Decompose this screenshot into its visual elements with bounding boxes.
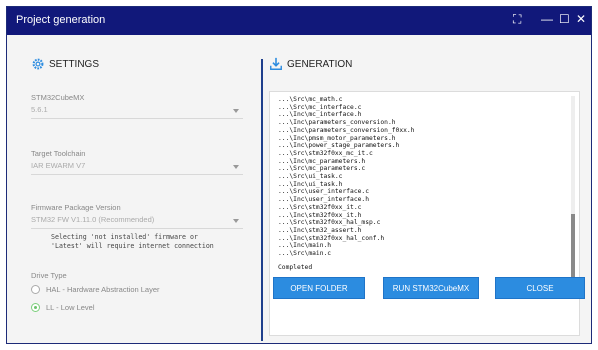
log-line: ...\Src\main.c [278,250,332,258]
settings-heading-label: SETTINGS [49,58,100,70]
settings-panel: SETTINGS STM32CubeMX 5.6.1 Target Toolch… [25,49,251,334]
open-folder-button[interactable]: OPEN FOLDER [273,277,365,299]
log-line: ...\Src\mc_interface.c [278,103,362,111]
panel-divider [261,59,263,341]
drive-option-ll[interactable]: LL - Low Level [31,303,95,312]
drive-type-label: Drive Type [31,271,67,280]
log-line: ...\Inc\mc_parameters.h [278,157,366,165]
settings-heading: SETTINGS [31,57,99,71]
log-line: ...\Inc\stm32f0xx_hal_conf.h [278,234,385,242]
log-line: ...\Src\user_interface.c [278,188,369,196]
log-line: ...\Src\stm32f0xx_mc_it.c [278,149,373,157]
generation-log[interactable]: ...\Src\mc_math.c ...\Src\mc_interface.c.… [269,91,580,336]
cubemx-label: STM32CubeMX [31,93,85,102]
fullscreen-icon[interactable]: ⛶ [513,12,521,27]
firmware-note-line: Selecting 'not installed' firmware or [51,233,198,241]
maximize-icon[interactable]: ☐ [559,12,570,26]
log-line: ...\Inc\parameters_conversion.h [278,119,396,127]
chevron-down-icon [233,109,239,113]
log-line: ...\Inc\user_interface.h [278,196,369,204]
minimize-icon[interactable]: — [541,12,553,26]
drive-option-label: LL - Low Level [46,303,95,312]
firmware-select[interactable]: STM32 FW V1.11.0 (Recommended) [31,215,243,229]
generation-heading-label: GENERATION [287,58,353,70]
toolchain-label: Target Toolchain [31,149,86,158]
project-generation-window: Project generation ⛶ — ☐ ✕ SETTINGS STM3… [6,6,592,344]
log-line: ...\Src\ui_task.c [278,173,343,181]
log-line: ...\Src\mc_math.c [278,96,343,103]
cubemx-select[interactable]: 5.6.1 [31,105,243,119]
close-icon[interactable]: ✕ [576,12,586,26]
gear-icon [32,58,44,70]
firmware-label: Firmware Package Version [31,203,121,212]
firmware-note: Selecting 'not installed' firmware or 'L… [51,233,214,251]
log-lines: ...\Src\mc_math.c ...\Src\mc_interface.c.… [278,96,414,271]
firmware-note-line: 'Latest' will require internet connectio… [51,242,214,250]
drive-option-label: HAL - Hardware Abstraction Layer [46,285,160,294]
log-line: ...\Inc\ui_task.h [278,180,343,188]
log-line: ...\Inc\stm32_assert.h [278,226,362,234]
generation-heading: GENERATION [269,57,352,71]
log-status: Completed [278,263,313,271]
log-line: ...\Src\stm32f0xx_it.c [278,203,362,211]
run-cubemx-button[interactable]: RUN STM32CubeMX [383,277,479,299]
chevron-down-icon [233,219,239,223]
log-line: ...\Src\mc_parameters.c [278,165,366,173]
log-line: ...\Inc\mc_interface.h [278,111,362,119]
log-scrollbar[interactable] [571,96,575,292]
chevron-down-icon [233,165,239,169]
log-line: ...\Inc\parameters_conversion_f0xx.h [278,126,415,134]
radio-button[interactable] [31,303,40,312]
toolchain-select[interactable]: IAR EWARM V7 [31,161,243,175]
window-title: Project generation [16,14,106,26]
log-line: ...\Inc\main.h [278,242,332,250]
cubemx-value: 5.6.1 [31,105,48,114]
log-line: ...\Inc\stm32f0xx_it.h [278,211,362,219]
firmware-value: STM32 FW V1.11.0 (Recommended) [31,215,155,224]
log-line: ...\Inc\pmsm_motor_parameters.h [278,134,396,142]
toolchain-value: IAR EWARM V7 [31,161,86,170]
download-icon [270,57,282,70]
log-line: ...\Src\stm32f0xx_hal_msp.c [278,219,381,227]
title-bar: Project generation ⛶ — ☐ ✕ [7,7,591,35]
close-button[interactable]: CLOSE [495,277,585,299]
log-line: ...\Inc\power_stage_parameters.h [278,142,400,150]
drive-option-hal[interactable]: HAL - Hardware Abstraction Layer [31,285,160,294]
radio-button[interactable] [31,285,40,294]
